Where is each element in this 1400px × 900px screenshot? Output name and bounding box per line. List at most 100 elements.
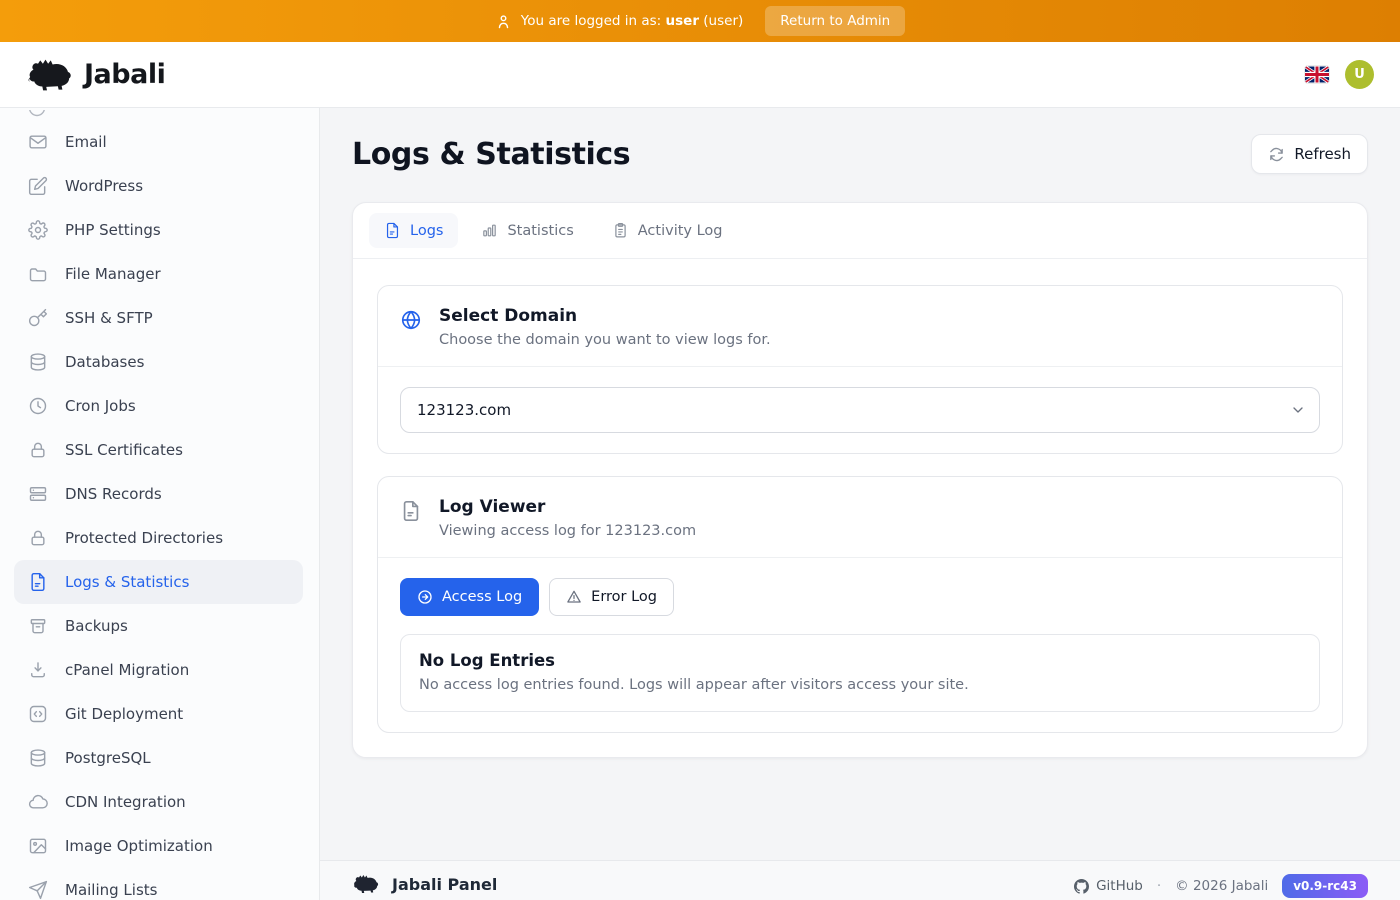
user-avatar[interactable]: U bbox=[1345, 60, 1374, 89]
globe-icon bbox=[400, 309, 422, 331]
empty-log-message: No access log entries found. Logs will a… bbox=[419, 677, 1301, 693]
sidebar-item-label: Backups bbox=[65, 617, 128, 635]
gear-icon bbox=[28, 220, 48, 240]
impersonated-role: (user) bbox=[703, 13, 743, 29]
file-text-icon bbox=[384, 222, 401, 239]
impersonation-message: You are logged in as: user (user) bbox=[495, 13, 744, 30]
sidebar-item-backups[interactable]: Backups bbox=[14, 604, 303, 648]
footer-brand: Jabali Panel bbox=[392, 875, 497, 894]
refresh-icon bbox=[1268, 146, 1285, 163]
domain-select[interactable]: 123123.com bbox=[400, 387, 1320, 433]
sidebar-item-protected-directories[interactable]: Protected Directories bbox=[14, 516, 303, 560]
sidebar-item-label: Email bbox=[65, 133, 107, 151]
sidebar-item-postgresql[interactable]: PostgreSQL bbox=[14, 736, 303, 780]
folder-icon bbox=[28, 264, 48, 284]
brand-logo[interactable]: Jabali bbox=[26, 58, 165, 92]
impersonation-bar: You are logged in as: user (user) Return… bbox=[0, 0, 1400, 42]
select-domain-subtitle: Choose the domain you want to view logs … bbox=[439, 332, 771, 348]
tab-activity-log[interactable]: Activity Log bbox=[597, 213, 738, 248]
download-icon bbox=[28, 660, 48, 680]
sidebar-item-label: SSH & SFTP bbox=[65, 309, 153, 327]
mail-icon bbox=[28, 132, 48, 152]
sidebar-item-dns-records[interactable]: DNS Records bbox=[14, 472, 303, 516]
clipboard-icon bbox=[612, 222, 629, 239]
sidebar-items: Email WordPress PHP Settings File Manager SS… bbox=[0, 120, 319, 900]
sidebar-item-git-deployment[interactable]: Git Deployment bbox=[14, 692, 303, 736]
sidebar-item-file-manager[interactable]: File Manager bbox=[14, 252, 303, 296]
logs-card: Logs Statistics Activity Log bbox=[352, 202, 1368, 758]
edit-icon bbox=[28, 176, 48, 196]
sidebar-item-label: Git Deployment bbox=[65, 705, 183, 723]
tab-label: Logs bbox=[410, 223, 443, 239]
footer: Jabali Panel GitHub · © 2026 Jabali v0.9… bbox=[320, 860, 1400, 900]
sidebar-item-image-optimization[interactable]: Image Optimization bbox=[14, 824, 303, 868]
sidebar-item-ssl-certificates[interactable]: SSL Certificates bbox=[14, 428, 303, 472]
tab-bar: Logs Statistics Activity Log bbox=[353, 203, 1367, 259]
sidebar-item-email[interactable]: Email bbox=[14, 120, 303, 164]
sidebar-item-wordpress[interactable]: WordPress bbox=[14, 164, 303, 208]
clock-icon bbox=[28, 396, 48, 416]
sidebar-item-label: DNS Records bbox=[65, 485, 162, 503]
file-text-icon bbox=[28, 572, 48, 592]
github-link[interactable]: GitHub bbox=[1074, 878, 1143, 894]
user-icon bbox=[495, 13, 512, 30]
sidebar-item-label: Cron Jobs bbox=[65, 397, 136, 415]
sidebar-item-label: PostgreSQL bbox=[65, 749, 151, 767]
empty-log-title: No Log Entries bbox=[419, 651, 1301, 670]
language-flag-icon[interactable] bbox=[1305, 66, 1329, 83]
file-text-icon bbox=[400, 500, 422, 522]
cloud-icon bbox=[28, 792, 48, 812]
footer-copyright: © 2026 Jabali bbox=[1175, 878, 1268, 894]
database-icon bbox=[28, 748, 48, 768]
logged-in-text: You are logged in as: user (user) bbox=[521, 13, 744, 29]
tab-statistics[interactable]: Statistics bbox=[466, 213, 588, 248]
code-icon bbox=[28, 704, 48, 724]
sidebar-item-logs-statistics[interactable]: Logs & Statistics bbox=[14, 560, 303, 604]
return-to-admin-button[interactable]: Return to Admin bbox=[765, 6, 905, 36]
partial-scrolled-item-icon bbox=[0, 110, 319, 120]
page-title: Logs & Statistics bbox=[352, 137, 630, 172]
sidebar-item-label: cPanel Migration bbox=[65, 661, 189, 679]
sidebar-item-ssh-sftp[interactable]: SSH & SFTP bbox=[14, 296, 303, 340]
sidebar-item-label: File Manager bbox=[65, 265, 161, 283]
log-viewer-title: Log Viewer bbox=[439, 497, 696, 517]
error-log-button[interactable]: Error Log bbox=[549, 578, 674, 616]
tab-logs[interactable]: Logs bbox=[369, 213, 458, 248]
sidebar-item-label: Image Optimization bbox=[65, 837, 213, 855]
select-domain-title: Select Domain bbox=[439, 306, 771, 326]
sidebar-item-php-settings[interactable]: PHP Settings bbox=[14, 208, 303, 252]
app-header: Jabali U bbox=[0, 42, 1400, 108]
bar-chart-icon bbox=[481, 222, 498, 239]
empty-log-box: No Log Entries No access log entries fou… bbox=[400, 634, 1320, 712]
sidebar-nav: Email WordPress PHP Settings File Manager SS… bbox=[0, 108, 320, 900]
sidebar-item-label: Logs & Statistics bbox=[65, 573, 189, 591]
boar-logo-icon bbox=[26, 58, 74, 92]
sidebar-item-label: CDN Integration bbox=[65, 793, 186, 811]
github-icon bbox=[1074, 879, 1089, 894]
sidebar-item-cpanel-migration[interactable]: cPanel Migration bbox=[14, 648, 303, 692]
database-icon bbox=[28, 352, 48, 372]
sidebar-item-databases[interactable]: Databases bbox=[14, 340, 303, 384]
impersonated-username: user bbox=[666, 13, 699, 29]
brand-name: Jabali bbox=[84, 59, 165, 90]
sidebar-item-label: SSL Certificates bbox=[65, 441, 183, 459]
lock-icon bbox=[28, 528, 48, 548]
refresh-button[interactable]: Refresh bbox=[1251, 134, 1368, 174]
arrow-right-circle-icon bbox=[417, 589, 433, 605]
sidebar-item-mailing-lists[interactable]: Mailing Lists bbox=[14, 868, 303, 900]
header-actions: U bbox=[1305, 60, 1374, 89]
sidebar-item-cdn-integration[interactable]: CDN Integration bbox=[14, 780, 303, 824]
main-content: Logs & Statistics Refresh Logs Statistics… bbox=[320, 108, 1400, 860]
server-icon bbox=[28, 484, 48, 504]
sidebar-item-label: PHP Settings bbox=[65, 221, 161, 239]
log-viewer-subtitle: Viewing access log for 123123.com bbox=[439, 523, 696, 539]
footer-boar-logo-icon bbox=[352, 874, 380, 894]
lock-icon bbox=[28, 440, 48, 460]
image-icon bbox=[28, 836, 48, 856]
key-icon bbox=[28, 308, 48, 328]
sidebar-item-cron-jobs[interactable]: Cron Jobs bbox=[14, 384, 303, 428]
access-log-button[interactable]: Access Log bbox=[400, 578, 539, 616]
version-badge[interactable]: v0.9-rc43 bbox=[1282, 874, 1368, 898]
tab-label: Statistics bbox=[507, 223, 573, 239]
log-viewer-card: Log Viewer Viewing access log for 123123… bbox=[377, 476, 1343, 733]
